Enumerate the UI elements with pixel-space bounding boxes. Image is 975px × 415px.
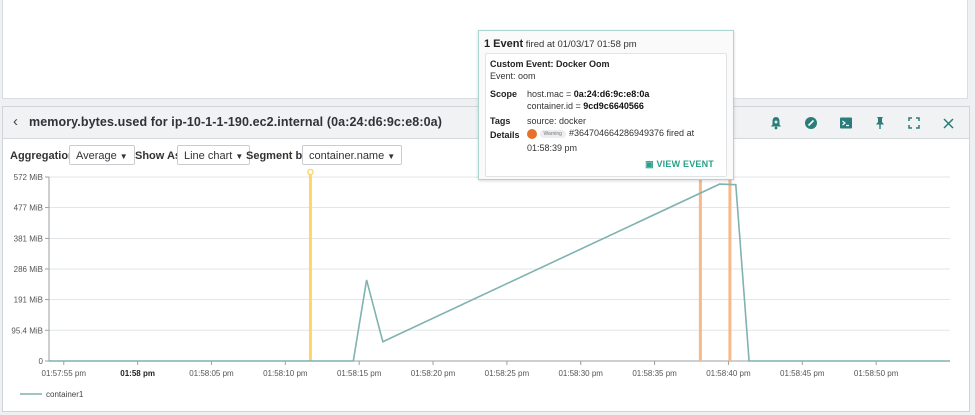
x-tick-label: 01:58 pm (120, 369, 155, 378)
y-tick-label: 477 MiB (14, 204, 43, 213)
scope-container-value: 9cd9c6640566 (583, 101, 644, 111)
details-value: Warning #364704664286949376 fired at (527, 128, 694, 139)
calendar-icon: ▣ (645, 159, 654, 169)
close-icon[interactable] (939, 114, 957, 132)
widget-title: memory.bytes.used for ip-10-1-1-190.ec2.… (29, 115, 442, 129)
scope-host-key: host.mac = (527, 89, 574, 99)
x-tick-label: 01:58:40 pm (706, 369, 751, 378)
x-tick-label: 01:58:15 pm (337, 369, 382, 378)
x-tick-label: 01:58:50 pm (854, 369, 899, 378)
x-tick-label: 01:58:25 pm (485, 369, 530, 378)
aggregation-value: Average (76, 150, 117, 162)
scope-host-value: 0a:24:d6:9c:e8:0a (573, 89, 650, 99)
caret-down-icon: ▼ (235, 152, 244, 161)
pin-icon[interactable] (871, 114, 889, 132)
details-text: #364704664286949376 fired at (568, 128, 695, 138)
y-tick-label: 191 MiB (14, 296, 43, 305)
details-label: Details (490, 130, 520, 140)
explore-icon[interactable] (802, 114, 820, 132)
chevron-left-icon[interactable]: ‹ (13, 114, 18, 130)
caret-down-icon: ▼ (387, 152, 396, 161)
show-as-dropdown[interactable]: Line chart ▼ (177, 145, 251, 165)
segment-by-dropdown[interactable]: container.name ▼ (302, 145, 403, 165)
segment-by-value: container.name (309, 150, 385, 162)
tags-label: Tags (490, 116, 511, 126)
y-tick-label: 286 MiB (14, 265, 43, 274)
show-as-value: Line chart (184, 150, 233, 162)
scope-container: container.id = 9cd9c6640566 (527, 101, 644, 111)
scope-host: host.mac = 0a:24:d6:9c:e8:0a (527, 89, 649, 99)
y-tick-label: 381 MiB (14, 234, 43, 243)
terminal-icon[interactable] (837, 114, 855, 132)
scope-container-key: container.id = (527, 101, 584, 111)
scope-label: Scope (490, 89, 518, 99)
popup-header: 1 Event fired at 01/03/17 01:58 pm (484, 38, 637, 50)
view-event-label: VIEW EVENT (656, 159, 714, 169)
details-time: 01:58:39 pm (527, 143, 578, 153)
warning-badge: Warning (539, 129, 566, 138)
tags-value: source: docker (527, 116, 587, 126)
x-tick-label: 01:58:45 pm (780, 369, 825, 378)
y-tick-label: 95.4 MiB (11, 326, 43, 335)
x-tick-label: 01:58:35 pm (632, 369, 677, 378)
fullscreen-icon[interactable] (905, 114, 923, 132)
x-tick-label: 01:58:20 pm (411, 369, 456, 378)
segment-by-label: Segment by (246, 150, 309, 162)
x-tick-label: 01:58:30 pm (558, 369, 603, 378)
event-card: Custom Event: Docker Oom Event: oom Scop… (485, 53, 727, 177)
y-tick-label: 0 (39, 357, 44, 366)
event-count: 1 Event (484, 38, 524, 50)
show-as-label: Show As (135, 150, 182, 162)
event-marker-pin[interactable] (307, 168, 314, 176)
event-popup: 1 Event fired at 01/03/17 01:58 pm Custo… (478, 30, 734, 180)
event-type: Event: oom (490, 71, 536, 81)
y-tick-label: 572 MiB (14, 173, 43, 182)
event-name: Custom Event: Docker Oom (490, 59, 610, 69)
event-fired-time: fired at 01/03/17 01:58 pm (525, 39, 637, 50)
aggregation-dropdown[interactable]: Average ▼ (69, 145, 135, 165)
warning-icon (527, 128, 537, 139)
x-tick-label: 01:58:10 pm (263, 369, 308, 378)
alert-bell-icon[interactable] (767, 114, 785, 132)
x-tick-label: 01:57:55 pm (42, 369, 87, 378)
aggregation-label: Aggregation (10, 150, 75, 162)
view-event-button[interactable]: ▣ VIEW EVENT (645, 159, 714, 170)
x-tick-label: 01:58:05 pm (189, 369, 234, 378)
legend-label: container1 (46, 390, 84, 399)
caret-down-icon: ▼ (119, 152, 128, 161)
